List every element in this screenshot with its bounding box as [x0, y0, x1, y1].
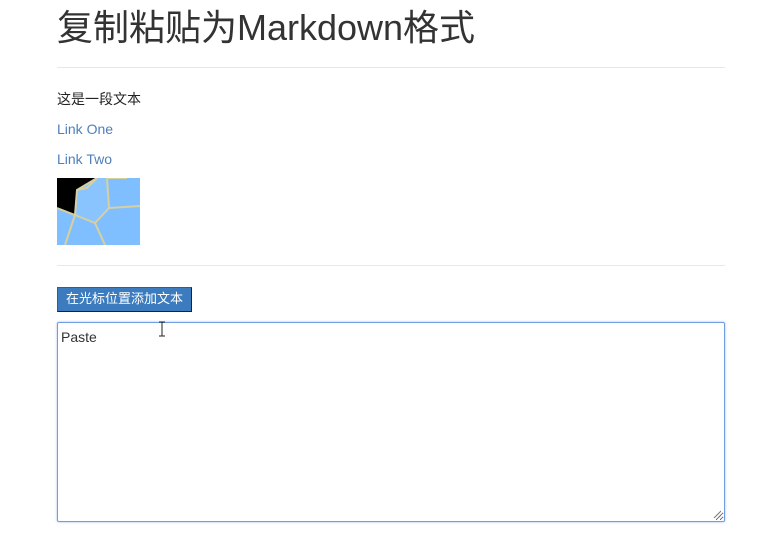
link-two[interactable]: Link Two: [57, 150, 112, 168]
markdown-editor[interactable]: Paste: [57, 322, 725, 522]
page-title: 复制粘贴为Markdown格式: [57, 7, 476, 48]
section-divider: [57, 265, 725, 266]
sample-paragraph: 这是一段文本: [57, 91, 141, 107]
voronoi-cells-image: [56, 177, 141, 246]
sample-image: [56, 177, 141, 246]
page: 复制粘贴为Markdown格式 这是一段文本 Link One Link Two: [0, 0, 784, 542]
resize-grip-icon[interactable]: [713, 510, 721, 518]
insert-at-cursor-button[interactable]: 在光标位置添加文本: [57, 287, 193, 312]
header-divider: [57, 67, 725, 68]
link-one[interactable]: Link One: [57, 120, 113, 138]
